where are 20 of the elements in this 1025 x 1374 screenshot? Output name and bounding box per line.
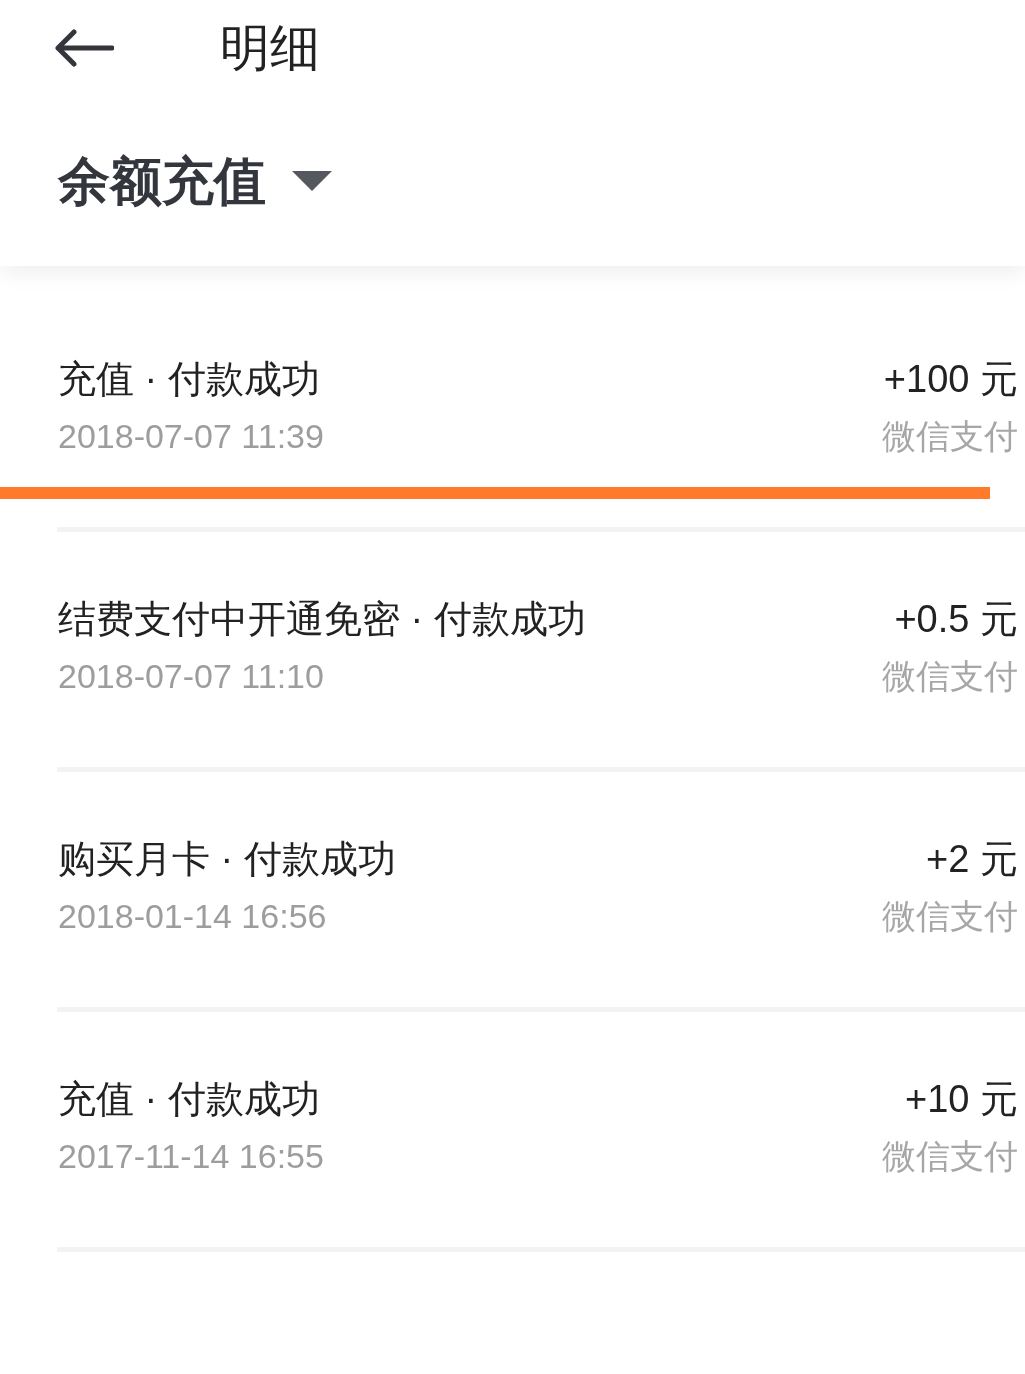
payment-method: 微信支付 bbox=[882, 656, 1018, 697]
record-amount: +2 元 bbox=[926, 837, 1018, 882]
record-amount: +100 元 bbox=[883, 357, 1018, 402]
record-time: 2018-07-07 11:10 bbox=[58, 656, 325, 697]
back-icon[interactable] bbox=[54, 29, 114, 67]
record-amount: +0.5 元 bbox=[894, 597, 1018, 642]
record-amount: +10 元 bbox=[904, 1077, 1018, 1122]
record-title: 购买月卡 · 付款成功 bbox=[58, 837, 396, 882]
record-title: 充值 · 付款成功 bbox=[58, 1077, 321, 1122]
payment-method: 微信支付 bbox=[882, 1136, 1018, 1177]
record-time: 2018-07-07 11:39 bbox=[58, 416, 324, 457]
record-title: 结费支付中开通免密 · 付款成功 bbox=[58, 597, 586, 642]
filter-dropdown[interactable]: 余额充值 bbox=[58, 150, 332, 212]
page-title: 明细 bbox=[220, 19, 320, 78]
record-title: 充值 · 付款成功 bbox=[58, 357, 321, 402]
caret-icon bbox=[292, 171, 332, 191]
record-time: 2017-11-14 16:55 bbox=[58, 1136, 324, 1177]
record-time: 2018-01-14 16:56 bbox=[58, 896, 328, 937]
payment-method: 微信支付 bbox=[882, 896, 1018, 937]
payment-method: 微信支付 bbox=[882, 416, 1018, 457]
